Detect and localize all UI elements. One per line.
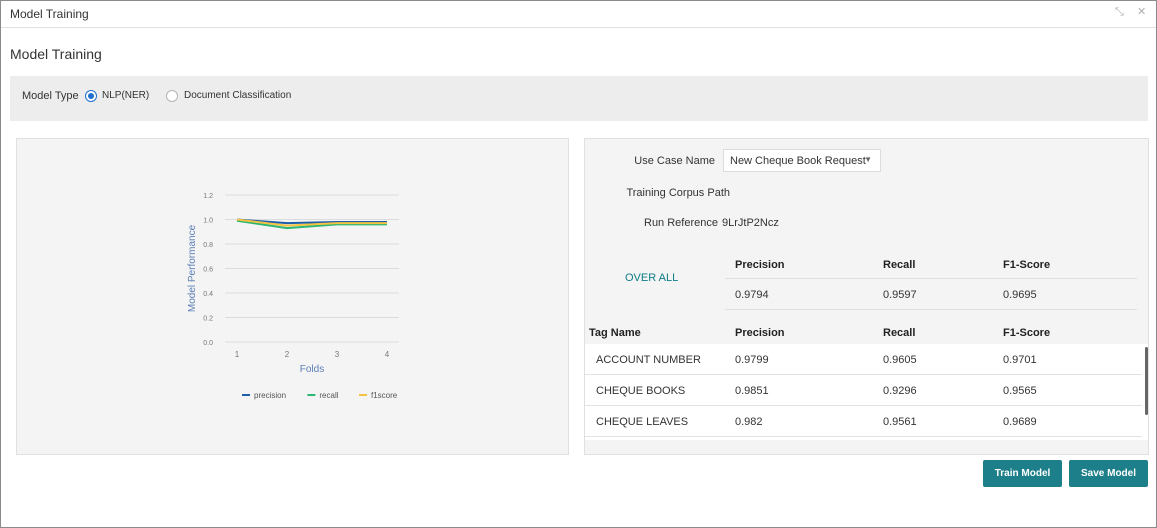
x-tick-label: 3 bbox=[335, 350, 340, 359]
tag-f1-cell: 0.9701 bbox=[1003, 354, 1037, 366]
table-row[interactable]: CHEQUE LEAVES 0.982 0.9561 0.9689 bbox=[585, 406, 1142, 437]
overall-divider-bottom bbox=[725, 309, 1137, 310]
minimize-icon[interactable]: ⤡ bbox=[1115, 5, 1124, 19]
dropdown-caret-icon: ▼ bbox=[864, 155, 872, 164]
tag-f1-cell: 0.9689 bbox=[1003, 416, 1037, 428]
train-model-button[interactable]: Train Model bbox=[983, 460, 1062, 487]
tag-metrics-table: ACCOUNT NUMBER 0.9799 0.9605 0.9701 CHEQ… bbox=[585, 344, 1148, 440]
radio-nlp-ner[interactable] bbox=[85, 90, 97, 102]
tag-recall-header: Recall bbox=[883, 327, 916, 339]
x-tick-label: 2 bbox=[285, 350, 290, 359]
tag-recall-cell: 0.9605 bbox=[883, 354, 917, 366]
tag-precision-cell: 0.9851 bbox=[735, 385, 769, 397]
y-axis-label: Model Performance bbox=[187, 224, 198, 312]
table-row[interactable]: CHEQUE BOOKS 0.9851 0.9296 0.9565 bbox=[585, 375, 1142, 406]
performance-chart: 0.0 0.2 0.4 0.6 0.8 1.0 1.2 1 2 3 4 Folds Model Perf… bbox=[187, 193, 399, 400]
x-axis-label: Folds bbox=[300, 364, 324, 375]
table-row[interactable]: ACCOUNT NUMBER 0.9799 0.9605 0.9701 bbox=[585, 344, 1142, 375]
y-tick-label: 0.8 bbox=[203, 242, 213, 249]
run-reference-label: Run Reference bbox=[644, 217, 718, 229]
save-model-button[interactable]: Save Model bbox=[1069, 460, 1148, 487]
x-tick-label: 1 bbox=[235, 350, 240, 359]
performance-chart-panel: 0.0 0.2 0.4 0.6 0.8 1.0 1.2 1 2 3 4 Folds Model Perf… bbox=[16, 138, 569, 455]
model-training-window: Model Training ⤡ ✕ Model Training Model … bbox=[0, 0, 1157, 528]
tag-name-cell: ACCOUNT NUMBER bbox=[596, 354, 701, 366]
tag-precision-header: Precision bbox=[735, 327, 785, 339]
close-icon[interactable]: ✕ bbox=[1137, 5, 1146, 19]
model-type-label: Model Type bbox=[22, 90, 79, 102]
tag-recall-cell: 0.9561 bbox=[883, 416, 917, 428]
overall-link[interactable]: OVER ALL bbox=[625, 272, 678, 284]
tag-name-cell: CHEQUE LEAVES bbox=[596, 416, 689, 428]
tag-recall-cell: 0.9296 bbox=[883, 385, 917, 397]
y-tick-label: 0.0 bbox=[203, 340, 213, 347]
tag-f1-cell: 0.9565 bbox=[1003, 385, 1037, 397]
window-title: Model Training bbox=[10, 7, 89, 21]
y-tick-label: 1.2 bbox=[203, 193, 213, 200]
page-title: Model Training bbox=[10, 46, 102, 62]
radio-document-classification[interactable] bbox=[166, 90, 178, 102]
use-case-label: Use Case Name bbox=[634, 155, 715, 167]
tag-f1-header: F1-Score bbox=[1003, 327, 1051, 339]
overall-f1-value: 0.9695 bbox=[1003, 289, 1037, 301]
overall-precision-value: 0.9794 bbox=[735, 289, 769, 301]
radio-label-nlp-ner[interactable]: NLP(NER) bbox=[102, 90, 149, 101]
corpus-path-label: Training Corpus Path bbox=[626, 187, 730, 199]
use-case-select[interactable]: New Cheque Book Request ▼ bbox=[723, 149, 881, 172]
y-tick-label: 0.2 bbox=[203, 316, 213, 323]
legend-label-f1score: f1score bbox=[371, 391, 398, 400]
overall-recall-value: 0.9597 bbox=[883, 289, 917, 301]
training-details-panel: Use Case Name New Cheque Book Request ▼ … bbox=[584, 138, 1149, 455]
tag-precision-cell: 0.9799 bbox=[735, 354, 769, 366]
overall-f1-header: F1-Score bbox=[1003, 259, 1051, 271]
model-type-bar: Model Type NLP(NER) Document Classificat… bbox=[10, 76, 1148, 121]
overall-recall-header: Recall bbox=[883, 259, 916, 271]
tag-name-cell: CHEQUE BOOKS bbox=[596, 385, 686, 397]
run-reference-value: 9LrJtP2Ncz bbox=[722, 217, 779, 229]
table-scrollbar[interactable] bbox=[1145, 347, 1148, 415]
y-tick-label: 1.0 bbox=[203, 218, 213, 225]
overall-divider bbox=[725, 278, 1137, 279]
tag-name-header: Tag Name bbox=[589, 327, 641, 339]
legend-label-precision: precision bbox=[254, 391, 286, 400]
overall-precision-header: Precision bbox=[735, 259, 785, 271]
y-tick-label: 0.6 bbox=[203, 267, 213, 274]
radio-label-document-classification[interactable]: Document Classification bbox=[184, 90, 291, 101]
tag-precision-cell: 0.982 bbox=[735, 416, 763, 428]
use-case-value: New Cheque Book Request bbox=[730, 155, 866, 167]
legend-label-recall: recall bbox=[319, 391, 338, 400]
title-bar: Model Training ⤡ ✕ bbox=[1, 1, 1156, 28]
x-tick-label: 4 bbox=[385, 350, 390, 359]
y-tick-label: 0.4 bbox=[203, 291, 213, 298]
